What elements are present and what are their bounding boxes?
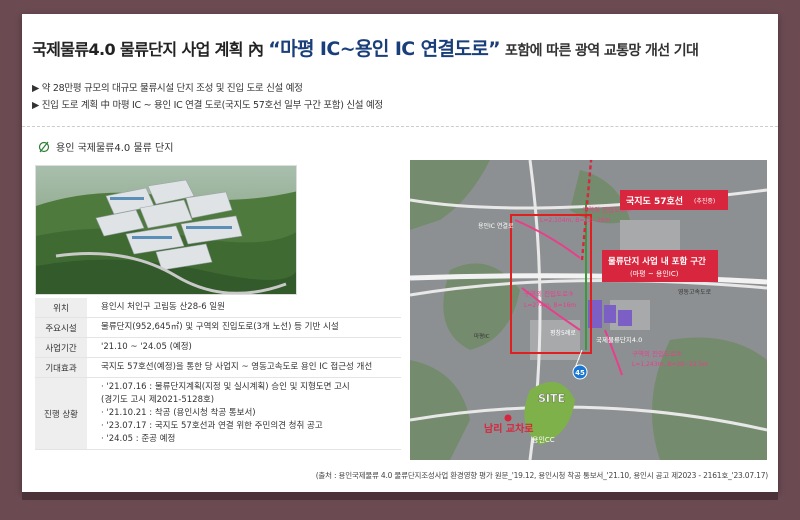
map-road57-tag: (추진중): [694, 197, 715, 205]
slide-bottom-strip: [22, 492, 778, 500]
map-namri-label: 남리 교차로: [484, 422, 533, 435]
map-site-name: 국제물류단지4.0: [596, 335, 642, 344]
info-key: 주요시설: [35, 317, 87, 338]
map-ic-yongin-label: 용인IC 연결로: [478, 222, 514, 230]
map-mapyeong-label: 마평IC: [474, 332, 490, 340]
info-value: '21.10 ~ '24.05 (예정): [87, 337, 401, 358]
map-golf-label: 용인CC: [532, 435, 555, 444]
info-value-line: 물류단지(952,645㎡) 및 구역외 진입도로(3개 노선) 등 기반 시설: [101, 322, 339, 332]
source-caption: (출처 : 용인국제물류 4.0 물류단지조성사업 환경영향 평가 원문_'19…: [315, 471, 768, 480]
info-value-line: · '21.07.16 : 물류단지계획(지정 및 실시계획) 승인 및 지형도…: [101, 382, 350, 392]
section-divider: [22, 126, 778, 127]
info-value: 용인시 처인구 고림동 산28-6 일원: [87, 298, 401, 318]
map-section-title: 물류단지 사업 내 포함 구간: [608, 256, 706, 267]
info-value: · '21.07.16 : 물류단지계획(지정 및 실시계획) 승인 및 지형도…: [87, 377, 401, 450]
section-label: 용인 국제물류4.0 물류 단지: [56, 143, 174, 154]
info-key: 진행 상황: [35, 377, 87, 450]
map-route45-label: 45: [575, 369, 585, 377]
info-row: 주요시설 물류단지(952,645㎡) 및 구역외 진입도로(3개 노선) 등 기…: [35, 317, 401, 338]
site-location-map: 구역외 진입도로① L=2,104m, B=12~26m 용인IC 연결로 구역…: [410, 160, 767, 460]
info-row: 위치 용인시 처인구 고림동 산28-6 일원: [35, 298, 401, 318]
summary-bullets: ▶ 약 28만평 규모의 대규모 물류시설 단지 조성 및 진입 도로 신설 예…: [32, 80, 383, 114]
info-key: 위치: [35, 298, 87, 318]
map-route1-spec: L=2,104m, B=12~26m: [540, 217, 611, 224]
info-value-line: '21.10 ~ '24.05 (예정): [101, 342, 192, 352]
map-route3-label: 구역외 진입도로③: [524, 289, 574, 298]
map-route2-label: 구역외 진입도로②: [632, 349, 682, 358]
section-heading: 용인 국제물류4.0 물류 단지: [38, 139, 173, 154]
info-value-line: · '23.07.17 : 국지도 57호선과 연결 위한 주민의견 청취 공고: [101, 421, 323, 431]
info-row: 기대효과 국지도 57호선(예정)을 통한 당 사업지 ~ 영동고속도로 용인 I…: [35, 357, 401, 378]
map-road57-label: 국지도 57호선: [626, 195, 683, 207]
info-row: 사업기간 '21.10 ~ '24.05 (예정): [35, 337, 401, 358]
map-section-sub: (마평 ~ 용인IC): [630, 269, 679, 278]
map-site-label: SITE: [538, 392, 565, 405]
info-row: 진행 상황 · '21.07.16 : 물류단지계획(지정 및 실시계획) 승인 …: [35, 377, 401, 450]
project-info-table: 위치 용인시 처인구 고림동 산28-6 일원주요시설 물류단지(952,645㎡)…: [35, 298, 401, 450]
info-key: 기대효과: [35, 357, 87, 378]
title-prefix: 국제물류4.0 물류단지 사업 계획 內: [32, 40, 264, 59]
info-value-line: 국지도 57호선(예정)을 통한 당 사업지 ~ 영동고속도로 용인 IC 접근…: [101, 362, 373, 372]
info-value-line: · '24.05 : 준공 예정: [101, 434, 176, 444]
info-value-line: (경기도 고시 제2021-5128호): [101, 395, 215, 405]
info-value-line: 용인시 처인구 고림동 산28-6 일원: [101, 302, 225, 312]
aerial-rendering-image: [35, 165, 297, 295]
map-pyeongchang-label: 평창5례로: [550, 329, 576, 337]
bullet-item: ▶ 진입 도로 계획 中 마평 IC ~ 용인 IC 연결 도로(국지도 57호…: [32, 100, 383, 111]
info-value: 국지도 57호선(예정)을 통한 당 사업지 ~ 영동고속도로 용인 IC 접근…: [87, 357, 401, 378]
map-route2-spec: L=1,243m, B=20~22.5m: [632, 361, 708, 368]
page-title: 국제물류4.0 물류단지 사업 계획 內 “마평 IC~용인 IC 연결도로” …: [32, 34, 699, 61]
info-value-line: · '21.10.21 : 착공 (용인시청 착공 통보서): [101, 408, 256, 418]
map-highway-label: 영동고속도로: [678, 288, 712, 296]
title-suffix: 포함에 따른 광역 교통망 개선 기대: [505, 43, 699, 59]
bullet-item: ▶ 약 28만평 규모의 대규모 물류시설 단지 조성 및 진입 도로 신설 예…: [32, 83, 303, 94]
title-highlight: “마평 IC~용인 IC 연결도로”: [268, 38, 501, 60]
leaf-icon: [38, 141, 50, 152]
map-route3-spec: L=274m, B=16m: [524, 302, 576, 309]
info-key: 사업기간: [35, 337, 87, 358]
info-value: 물류단지(952,645㎡) 및 구역외 진입도로(3개 노선) 등 기반 시설: [87, 317, 401, 338]
